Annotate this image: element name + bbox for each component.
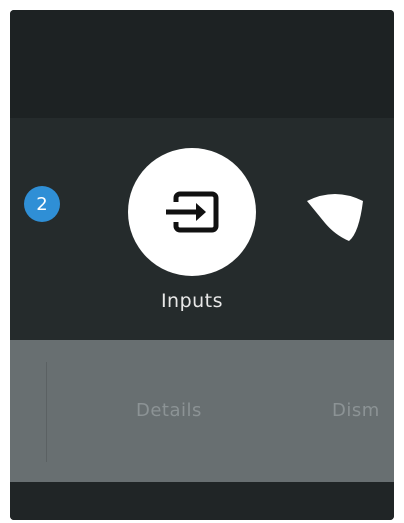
tv-notification-panel: 2 Inputs Details Dism bbox=[10, 10, 394, 520]
inputs-button[interactable] bbox=[128, 148, 256, 276]
details-button[interactable]: Details bbox=[136, 400, 202, 421]
bottom-bar bbox=[10, 482, 394, 520]
wifi-icon[interactable] bbox=[305, 193, 365, 243]
action-divider bbox=[46, 362, 47, 462]
top-bar bbox=[10, 10, 394, 118]
notification-count-badge[interactable]: 2 bbox=[24, 186, 60, 222]
input-source-icon bbox=[166, 191, 219, 233]
dismiss-button[interactable]: Dism bbox=[332, 400, 394, 421]
inputs-label: Inputs bbox=[160, 290, 224, 312]
notification-action-bar: Details Dism bbox=[10, 340, 394, 482]
